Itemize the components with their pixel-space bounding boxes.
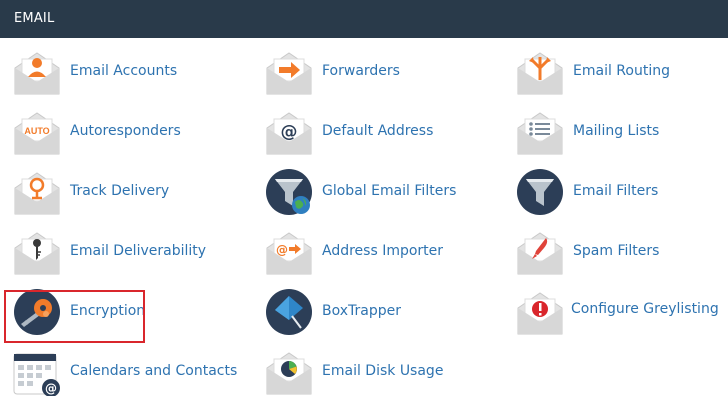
forwarders-label: Forwarders: [322, 63, 400, 79]
forwarders-icon: [265, 48, 313, 96]
track-delivery-icon: [13, 168, 61, 216]
email-disk-usage-label: Email Disk Usage: [322, 363, 444, 379]
email-routing-icon: [516, 48, 564, 96]
autoresponders-icon: AUTO: [13, 108, 61, 156]
mailing-lists-icon: [516, 108, 564, 156]
autoresponders-label: Autoresponders: [70, 123, 181, 139]
address-importer-icon: @: [265, 228, 313, 276]
address-importer-label: Address Importer: [322, 243, 444, 259]
global-email-filters-label: Global Email Filters: [322, 183, 457, 199]
address-importer-at-text: @: [276, 243, 288, 257]
calendar-at-text: @: [45, 382, 57, 396]
global-email-filters-icon: [265, 168, 313, 216]
spam-filters-label: Spam Filters: [573, 243, 660, 259]
email-disk-usage-icon: [265, 348, 313, 396]
spam-filters-icon: [516, 228, 564, 276]
track-delivery-label: Track Delivery: [70, 183, 170, 199]
configure-greylisting-label: Configure Greylisting: [571, 301, 719, 317]
email-deliverability-label: Email Deliverability: [70, 243, 207, 259]
configure-greylisting-icon: [516, 288, 564, 336]
boxtrapper-icon: [265, 288, 313, 336]
panel-title: EMAIL: [14, 11, 55, 26]
boxtrapper-label: BoxTrapper: [322, 303, 401, 319]
email-filters-icon: [516, 168, 564, 216]
email-routing-label: Email Routing: [573, 63, 670, 79]
default-address-label: Default Address: [322, 123, 434, 139]
calendars-and-contacts-label: Calendars and Contacts: [70, 363, 238, 379]
default-address-icon: @: [265, 108, 313, 156]
email-accounts-label: Email Accounts: [70, 63, 178, 79]
email-deliverability-icon: [13, 228, 61, 276]
email-accounts-icon: [13, 48, 61, 96]
at-icon-text: @: [281, 122, 298, 142]
calendars-and-contacts-icon: @: [13, 348, 61, 396]
encryption-icon: [13, 288, 61, 336]
mailing-lists-label: Mailing Lists: [573, 123, 660, 139]
email-panel-header: EMAIL: [0, 0, 728, 38]
email-filters-label: Email Filters: [573, 183, 659, 199]
encryption-label: Encryption: [70, 303, 146, 319]
auto-icon-text: AUTO: [24, 126, 49, 136]
